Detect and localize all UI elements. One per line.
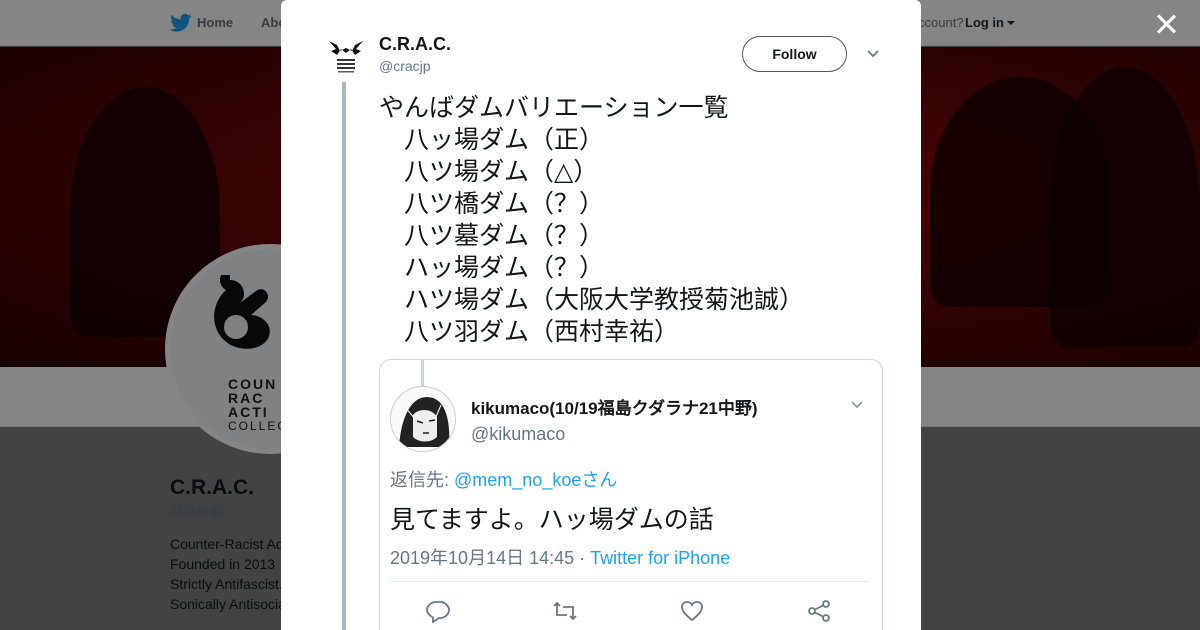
quoted-timestamp: 2019年10月14日 14:45 · Twitter for iPhone [390,544,730,570]
quoted-author-name: kikumaco(10/19福島クダラナ21中野) [471,399,758,418]
retweet-icon [553,601,577,621]
reply-icon [426,601,450,623]
tweet-author-name[interactable]: C.R.A.C. [379,34,451,55]
like-icon [681,601,703,622]
quoted-author-handle: @kikumaco [471,424,566,444]
quoted-avatar [390,386,456,452]
divider [390,581,868,582]
manga-portrait-icon [391,387,455,451]
embedded-screenshot[interactable]: kikumaco(10/19福島クダラナ21中野) @kikumaco 返信先:… [379,359,883,630]
share-icon [808,600,830,622]
crac-logo-icon [329,41,363,73]
reply-prefix: 返信先: [390,470,455,490]
thread-line [342,82,346,630]
chevron-down-icon[interactable] [866,49,880,59]
follow-button[interactable]: Follow [742,36,847,72]
thread-line [421,360,424,386]
quoted-tweet-text: 見てますよ。ハッ場ダムの話 [390,505,714,534]
reply-to-line: 返信先: @mem_no_koeさん [390,466,617,492]
tweet-text: やんばダムバリエーション一覧 八ッ場ダム（正） 八ツ場ダム（△） 八ツ橋ダム（？… [379,93,805,346]
tweet-author-handle[interactable]: @cracjp [379,58,431,74]
quoted-date: 2019年10月14日 14:45 · [390,548,591,568]
close-modal-button[interactable] [1152,10,1180,38]
author-avatar[interactable] [325,35,367,77]
tweet-modal: C.R.A.C. @cracjp Follow やんばダムバリエーション一覧 八… [281,0,921,630]
quoted-source: Twitter for iPhone [590,548,731,568]
reply-mention: @mem_no_koeさん [454,470,618,490]
chevron-down-icon [851,401,863,409]
